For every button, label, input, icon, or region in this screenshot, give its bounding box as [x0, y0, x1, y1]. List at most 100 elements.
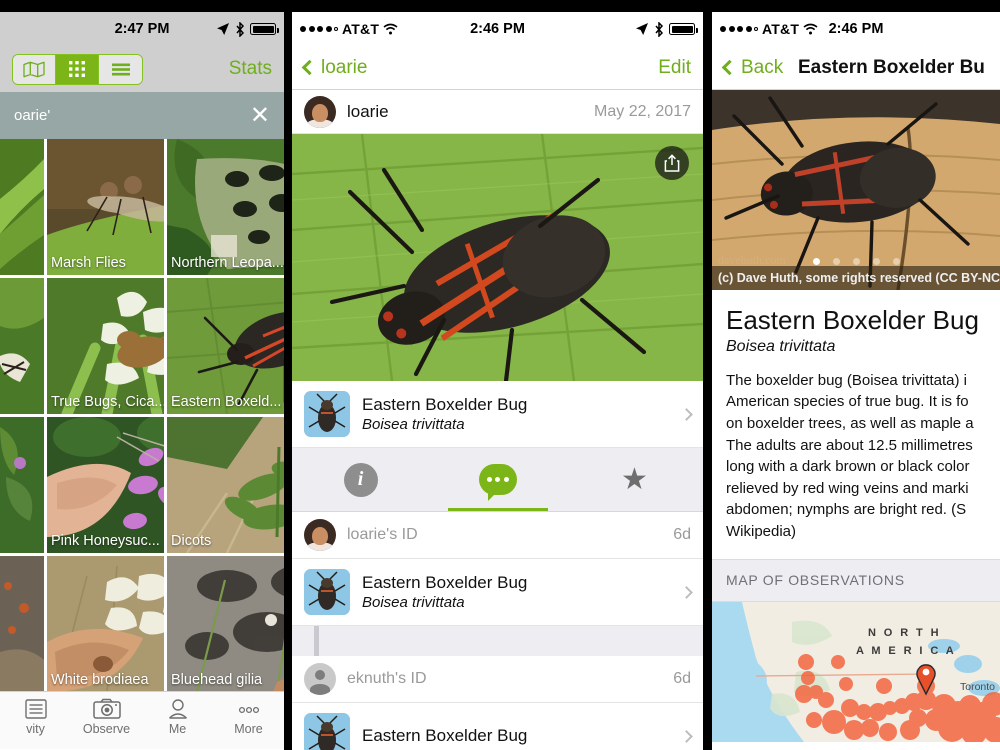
taxon-thumbnail: [304, 391, 350, 437]
tile-caption: Dicots: [171, 533, 212, 549]
share-button[interactable]: [655, 146, 689, 180]
tab-comments[interactable]: [429, 448, 566, 511]
stats-button[interactable]: Stats: [229, 58, 272, 80]
taxon-scientific-name: Boisea trivittata: [726, 337, 836, 355]
taxon-thumbnail: [304, 713, 350, 750]
identification-author: loarie's ID: [347, 526, 418, 543]
carrier-label: AT&T: [762, 21, 800, 37]
observation-user-row[interactable]: loarie May 22, 2017: [292, 90, 703, 134]
tile-caption: Pink Honeysuc...: [51, 533, 160, 549]
tab-info[interactable]: i: [292, 448, 429, 511]
taxon-scientific-name: Boisea trivittata: [362, 593, 465, 611]
star-icon: ★: [621, 462, 648, 496]
list-activity-icon: [24, 699, 47, 719]
tile-caption: Marsh Flies: [51, 255, 126, 271]
person-icon: [168, 699, 187, 719]
page-dot[interactable]: [832, 258, 840, 265]
grid-tile[interactable]: [0, 556, 44, 691]
close-icon[interactable]: ✕: [250, 103, 270, 128]
observations-toolbar: Stats: [0, 46, 284, 92]
tab-more[interactable]: More: [213, 698, 284, 736]
observations-map[interactable]: N O R T H A M E R I C A Toronto: [712, 601, 1000, 742]
username-label: loarie: [347, 101, 389, 121]
taxon-photo[interactable]: davehuth.com (c) Dave Huth, some rights …: [712, 90, 1000, 290]
tab-me[interactable]: Me: [142, 698, 213, 736]
tile-caption: Bluehead gilia: [171, 672, 263, 688]
map-image: N O R T H A M E R I C A Toronto: [712, 601, 1000, 742]
edit-button[interactable]: Edit: [658, 57, 691, 79]
observations-grid: Marsh Flies Northern Leopa... True Bugs,…: [0, 139, 284, 691]
segment-list-view[interactable]: [99, 54, 142, 84]
tile-thumbnail: [0, 556, 44, 691]
identification-time: 6d: [673, 526, 691, 543]
taxon-common-name: Eastern Boxelder Bug: [726, 305, 979, 335]
status-bar: AT&T 2:46 PM: [712, 12, 1000, 46]
comment-icon: [478, 464, 517, 501]
tab-label: More: [234, 722, 263, 736]
active-filter-bar[interactable]: oarie' ✕: [0, 92, 284, 139]
grid-icon: [69, 61, 85, 77]
identification-taxon-row[interactable]: Eastern Boxelder Bug Boisea trivittata: [292, 559, 703, 626]
battery-full-icon: [669, 23, 698, 35]
segment-grid-view[interactable]: [56, 54, 99, 84]
map-continent-label-line2: A M E R I C A: [856, 645, 956, 657]
tab-observe[interactable]: Observe: [71, 698, 142, 736]
observation-photo[interactable]: [292, 134, 703, 381]
map-section-header: MAP OF OBSERVATIONS: [712, 559, 1000, 602]
filter-query-text: oarie': [14, 107, 51, 124]
back-button[interactable]: loarie: [301, 57, 367, 79]
identification-taxon-row[interactable]: Eastern Boxelder Bug: [292, 703, 703, 750]
wifi-icon: [383, 23, 398, 35]
more-dots-icon: [238, 706, 259, 714]
map-continent-label-line1: N O R T H: [868, 627, 941, 639]
page-dot[interactable]: [872, 258, 880, 265]
grid-tile[interactable]: Eastern Boxeld...: [167, 278, 284, 414]
grid-tile[interactable]: [0, 139, 44, 275]
taxon-thumbnail-image: [304, 569, 350, 615]
tile-caption: Eastern Boxeld...: [171, 394, 282, 410]
grid-tile[interactable]: True Bugs, Cica...: [47, 278, 164, 414]
chevron-left-icon: [721, 59, 738, 76]
bluetooth-icon: [655, 21, 664, 37]
page-dot-active[interactable]: [812, 258, 820, 265]
wifi-icon: [803, 23, 818, 35]
screenshot-stage: 2:47 PM Stats oarie' ✕ Marsh Flies North…: [0, 0, 1000, 750]
identification-spacer: [292, 626, 703, 656]
hero-photo-image: [292, 134, 703, 381]
avatar[interactable]: [304, 95, 336, 128]
grid-tile[interactable]: Bluehead gilia: [167, 556, 284, 691]
location-arrow-icon: [636, 23, 648, 35]
taxon-thumbnail-image: [304, 713, 350, 750]
grid-tile[interactable]: Northern Leopa...: [167, 139, 284, 275]
identification-header[interactable]: eknuth's ID 6d: [292, 656, 703, 703]
grid-tile[interactable]: [0, 278, 44, 414]
scroll-indicator[interactable]: [314, 626, 319, 656]
phone-panel-taxon-detail: AT&T 2:46 PM Back Eastern Boxelder Bu da…: [712, 12, 1000, 750]
view-mode-segmented-control[interactable]: [12, 53, 143, 85]
tile-caption: True Bugs, Cica...: [51, 394, 164, 410]
back-button[interactable]: Back: [721, 57, 783, 79]
grid-tile[interactable]: Pink Honeysuc...: [47, 417, 164, 553]
identification-header[interactable]: loarie's ID 6d: [292, 512, 703, 559]
tab-activity[interactable]: vity: [0, 698, 71, 736]
avatar[interactable]: [304, 519, 336, 551]
taxon-scientific-name: Boisea trivittata: [362, 415, 465, 433]
generic-avatar[interactable]: [304, 663, 336, 695]
page-dot[interactable]: [852, 258, 860, 265]
status-bar: 2:47 PM: [0, 12, 284, 46]
taxon-description: The boxelder bug (Boisea trivittata) i A…: [712, 356, 1000, 560]
signal-strength-icon: [720, 26, 758, 32]
grid-tile[interactable]: Marsh Flies: [47, 139, 164, 275]
chevron-right-icon: [680, 729, 693, 743]
tab-faves[interactable]: ★: [566, 448, 703, 511]
grid-tile[interactable]: White brodiaea: [47, 556, 164, 691]
grid-tile[interactable]: Dicots: [167, 417, 284, 553]
grid-tile[interactable]: [0, 417, 44, 553]
chevron-left-icon: [301, 59, 318, 76]
info-icon: i: [343, 462, 378, 497]
page-dot[interactable]: [892, 258, 900, 265]
detail-tab-strip: i ★: [292, 448, 703, 512]
tab-label: vity: [26, 722, 45, 736]
segment-map-view[interactable]: [13, 54, 56, 84]
observation-taxon-row[interactable]: Eastern Boxelder Bug Boisea trivittata: [292, 381, 703, 448]
